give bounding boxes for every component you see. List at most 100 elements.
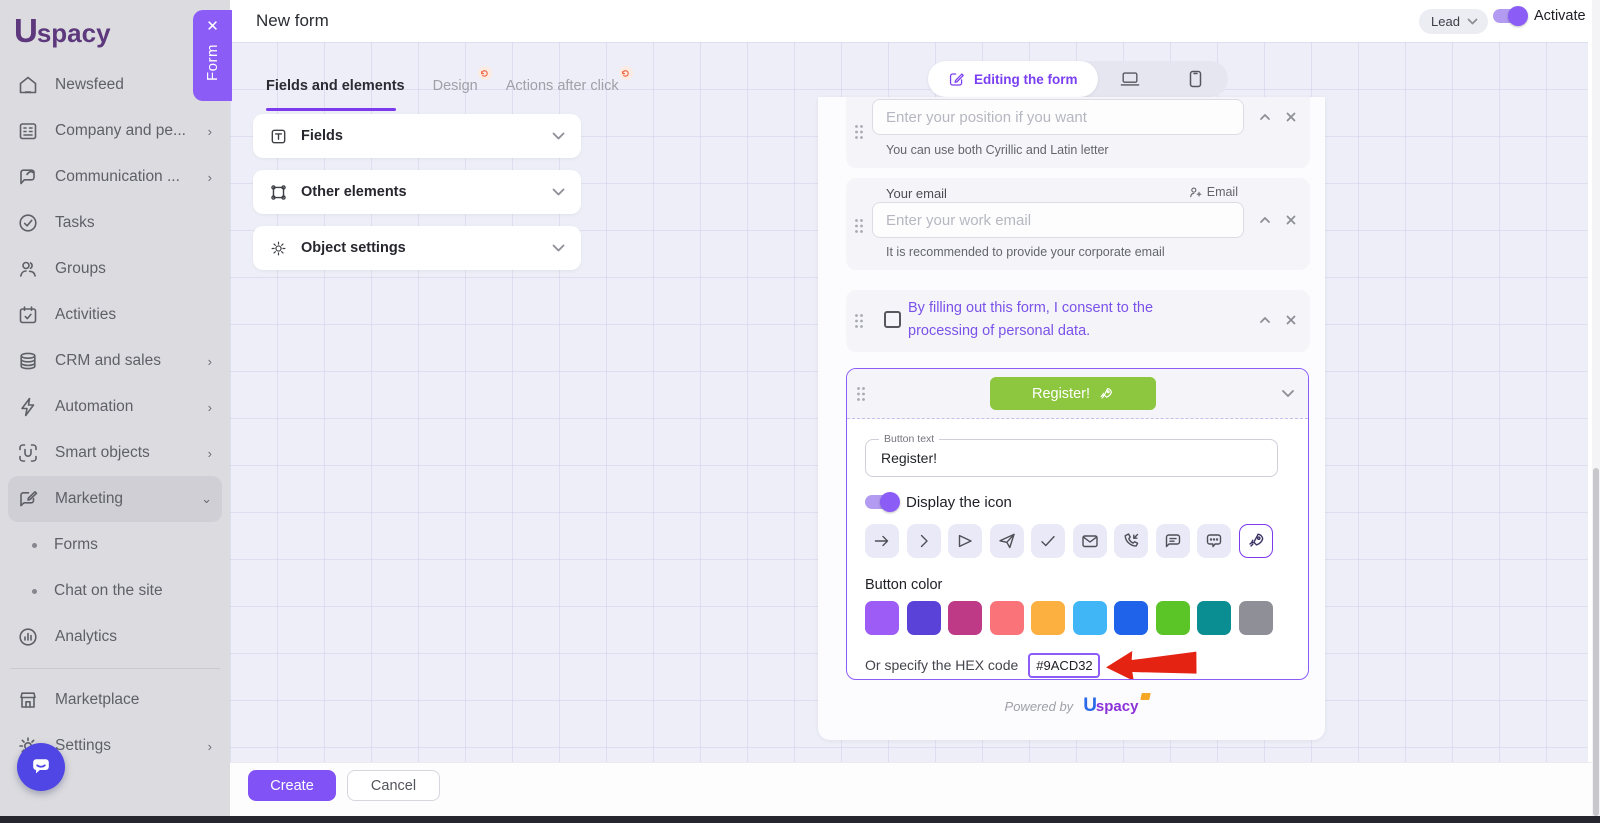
chevron-right-icon[interactable] [907,524,941,558]
sidebar-item-company[interactable]: Company and pe... › [0,108,230,154]
position-input[interactable] [872,99,1244,135]
bottom-edge-strip [0,816,1600,823]
create-button[interactable]: Create [248,770,336,801]
color-swatch[interactable] [1114,601,1148,635]
chat-lines-icon[interactable] [1156,524,1190,558]
tab-fields-and-elements[interactable]: Fields and elements [266,78,405,94]
display-icon-toggle[interactable] [865,495,897,509]
envelope-icon[interactable] [1073,524,1107,558]
paper-plane-icon[interactable] [990,524,1024,558]
close-icon[interactable]: ✕ [206,19,219,34]
button-preview-row: Register! [847,369,1308,419]
activate-toggle[interactable] [1493,9,1525,23]
remove-field-icon[interactable] [1284,110,1298,124]
view-mode-switcher: Editing the form [928,61,1228,97]
color-swatch[interactable] [990,601,1024,635]
sidebar-item-marketplace[interactable]: Marketplace [0,677,230,723]
sidebar-item-forms[interactable]: Forms [0,522,230,568]
uspacy-mini-logo[interactable]: Uspacy [1083,695,1138,717]
color-swatch[interactable] [1031,601,1065,635]
submit-button-preview[interactable]: Register! [990,377,1156,410]
activate-control: Activate [1493,8,1586,24]
sidebar-item-marketing[interactable]: Marketing ⌄ [8,476,222,522]
coins-icon [16,349,40,373]
uspacy-logo[interactable]: Uspacy [14,12,111,50]
drag-handle-icon[interactable] [854,313,864,329]
send-triangle-icon[interactable] [948,524,982,558]
remove-field-icon[interactable] [1284,313,1298,327]
sidebar-item-label: Groups [55,260,212,278]
form-panel-tab[interactable]: ✕ Form [193,10,232,101]
sidebar-subitem-label: Forms [54,536,98,554]
drag-handle-icon[interactable] [856,386,866,402]
sidebar-item-activities[interactable]: Activities [0,292,230,338]
color-swatch[interactable] [865,601,899,635]
sidebar-item-tasks[interactable]: Tasks [0,200,230,246]
color-swatch[interactable] [948,601,982,635]
form-panel-tab-label: Form [204,44,221,81]
entity-selector-value: Lead [1431,14,1460,29]
arrow-right-icon[interactable] [865,524,899,558]
sidebar-nav: Newsfeed Company and pe... › Communicati… [0,62,230,769]
tab-design[interactable]: Design [433,78,478,94]
consent-checkbox[interactable] [884,311,901,328]
field-type-tag: Email [1189,185,1238,199]
people-icon [16,257,40,281]
sidebar-item-automation[interactable]: Automation › [0,384,230,430]
sidebar-item-crm[interactable]: CRM and sales › [0,338,230,384]
chat-pen-icon [16,165,40,189]
sidebar-item-groups[interactable]: Groups [0,246,230,292]
drag-handle-icon[interactable] [854,218,864,234]
collapse-settings-icon[interactable] [1281,389,1295,398]
color-swatch[interactable] [1197,601,1231,635]
check-circle-icon [16,211,40,235]
chat-dots-icon[interactable] [1197,524,1231,558]
sidebar-item-analytics[interactable]: Analytics [0,614,230,660]
color-swatch[interactable] [1156,601,1190,635]
chevron-down-icon [552,244,565,252]
annotation-arrow [1106,647,1200,680]
form-consent-row[interactable]: By filling out this form, I consent to t… [846,290,1310,352]
storefront-icon [16,688,40,712]
support-chat-button[interactable] [17,743,65,791]
sidebar-item-smart-objects[interactable]: Smart objects › [0,430,230,476]
check-icon[interactable] [1031,524,1065,558]
move-up-icon[interactable] [1258,110,1272,124]
edit-pencil-icon [948,71,965,88]
color-swatch[interactable] [1073,601,1107,635]
panel-object-settings[interactable]: Object settings [253,226,581,270]
uspacy-logo-text: spacy [37,18,111,49]
button-text-input[interactable] [866,440,1277,476]
form-field-email[interactable]: Your email Email It is recommended to pr… [846,178,1310,270]
panel-other-elements[interactable]: Other elements [253,170,581,214]
button-element-block[interactable]: Register! Button text Display the icon [846,368,1309,680]
color-swatch[interactable] [1239,601,1273,635]
mode-desktop-preview[interactable] [1098,71,1163,87]
mode-editing-form[interactable]: Editing the form [928,61,1098,97]
hex-code-label: Or specify the HEX code [865,657,1018,673]
move-up-icon[interactable] [1258,313,1272,327]
mode-mobile-preview[interactable] [1163,70,1228,88]
remove-field-icon[interactable] [1284,213,1298,227]
color-swatch[interactable] [907,601,941,635]
sidebar-item-label: Tasks [55,214,212,232]
phone-incoming-icon[interactable] [1114,524,1148,558]
tab-actions-after-click[interactable]: Actions after click [506,78,619,94]
cancel-button[interactable]: Cancel [347,770,440,801]
email-input[interactable] [872,202,1244,238]
sidebar-item-chat-on-site[interactable]: Chat on the site [0,568,230,614]
rocket-icon[interactable] [1239,524,1273,558]
page-scrollbar[interactable] [1592,0,1600,823]
sidebar-item-label: Communication ... [55,168,208,186]
sidebar-item-communication[interactable]: Communication ... › [0,154,230,200]
scrollbar-thumb[interactable] [1593,468,1599,816]
panel-fields[interactable]: Fields [253,114,581,158]
chevron-right-icon: › [208,739,212,754]
button-text-field-label: Button text [879,433,939,445]
drag-handle-icon[interactable] [854,124,864,140]
move-up-icon[interactable] [1258,213,1272,227]
form-field-position[interactable]: You can use both Cyrillic and Latin lett… [846,97,1310,168]
entity-selector[interactable]: Lead [1419,9,1488,34]
home-icon [16,73,40,97]
hex-code-input[interactable] [1028,653,1100,678]
